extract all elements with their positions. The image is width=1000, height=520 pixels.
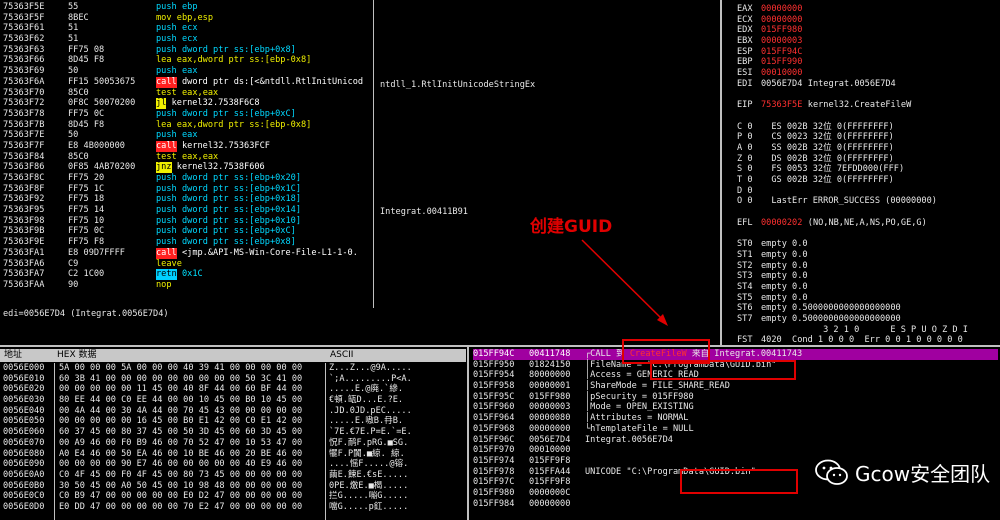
wechat-icon [815, 459, 848, 485]
filename-highlight-box [650, 360, 796, 380]
watermark-text: Gcow安全团队 [855, 462, 991, 486]
annotation-arrow [581, 239, 668, 326]
watermark: Gcow安全团队 [815, 458, 990, 487]
unicode-highlight-box [680, 469, 798, 494]
